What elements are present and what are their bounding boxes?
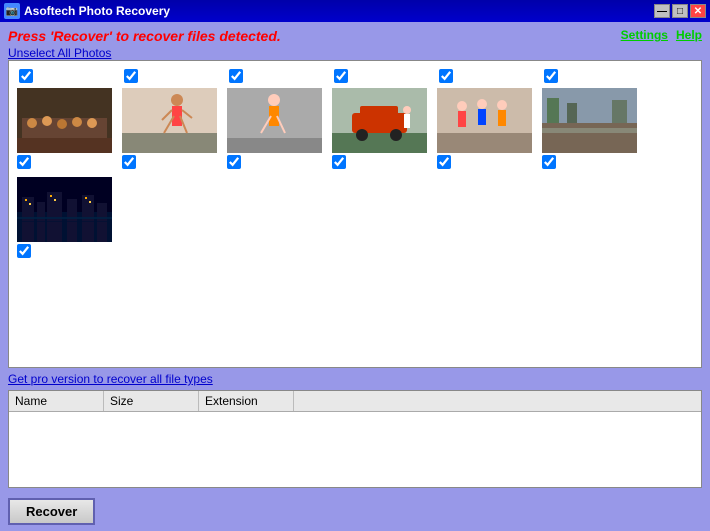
photo-svg-5 — [437, 88, 532, 153]
settings-menu[interactable]: Settings — [621, 28, 668, 42]
photo-check-5[interactable] — [437, 155, 451, 169]
recover-button[interactable]: Recover — [8, 498, 95, 525]
photo-svg-2 — [122, 88, 217, 153]
help-menu[interactable]: Help — [676, 28, 702, 42]
table-header: Name Size Extension — [9, 391, 701, 412]
photo-grid-scroll[interactable] — [9, 61, 701, 367]
top-check-1[interactable] — [19, 69, 33, 83]
maximize-button[interactable]: □ — [672, 4, 688, 18]
photo-item-5 — [437, 88, 532, 169]
photo-thumb-4 — [332, 88, 427, 153]
unselect-all-link[interactable]: Unselect All Photos — [8, 46, 111, 60]
photo-item-3 — [227, 88, 322, 169]
photo-item-1 — [17, 88, 112, 169]
col-extension: Extension — [199, 391, 294, 411]
photo-row-2 — [17, 177, 693, 258]
photo-item-7 — [17, 177, 112, 258]
photo-check-3[interactable] — [227, 155, 241, 169]
photo-check-6[interactable] — [542, 155, 556, 169]
top-check-6[interactable] — [544, 69, 558, 83]
photo-thumb-1 — [17, 88, 112, 153]
photo-check-4[interactable] — [332, 155, 346, 169]
photo-thumb-7 — [17, 177, 112, 242]
window-body: Press 'Recover' to recover files detecte… — [0, 22, 710, 531]
photo-item-6 — [542, 88, 637, 169]
photo-thumb-5 — [437, 88, 532, 153]
top-check-4[interactable] — [334, 69, 348, 83]
photo-grid-container — [8, 60, 702, 368]
titlebar-left: 📷 Asoftech Photo Recovery — [4, 3, 170, 19]
photo-svg-4 — [332, 88, 427, 153]
col-name: Name — [9, 391, 104, 411]
photo-svg-3 — [227, 88, 322, 153]
photo-svg-1 — [17, 88, 112, 153]
pro-version-link[interactable]: Get pro version to recover all file type… — [8, 372, 702, 386]
col-size: Size — [104, 391, 199, 411]
top-check-2[interactable] — [124, 69, 138, 83]
titlebar: 📷 Asoftech Photo Recovery — □ ✕ — [0, 0, 710, 22]
photo-row-1 — [17, 88, 693, 169]
top-check-3[interactable] — [229, 69, 243, 83]
bottom-bar: Recover — [8, 494, 702, 525]
photo-check-7[interactable] — [17, 244, 31, 258]
file-table-wrapper: Name Size Extension — [8, 390, 702, 488]
photo-svg-7 — [17, 177, 112, 242]
menubar: Settings Help — [621, 28, 702, 42]
table-body — [9, 412, 701, 487]
photo-thumb-6 — [542, 88, 637, 153]
photo-thumb-2 — [122, 88, 217, 153]
photo-item-2 — [122, 88, 217, 169]
col-extra — [294, 391, 701, 411]
close-button[interactable]: ✕ — [690, 4, 706, 18]
photo-thumb-3 — [227, 88, 322, 153]
window-title: Asoftech Photo Recovery — [24, 4, 170, 18]
window-controls: — □ ✕ — [654, 4, 706, 18]
app-icon: 📷 — [4, 3, 20, 19]
minimize-button[interactable]: — — [654, 4, 670, 18]
photo-item-4 — [332, 88, 427, 169]
photo-check-2[interactable] — [122, 155, 136, 169]
photo-svg-6 — [542, 88, 637, 153]
top-check-5[interactable] — [439, 69, 453, 83]
top-message: Press 'Recover' to recover files detecte… — [8, 28, 281, 60]
photo-check-1[interactable] — [17, 155, 31, 169]
